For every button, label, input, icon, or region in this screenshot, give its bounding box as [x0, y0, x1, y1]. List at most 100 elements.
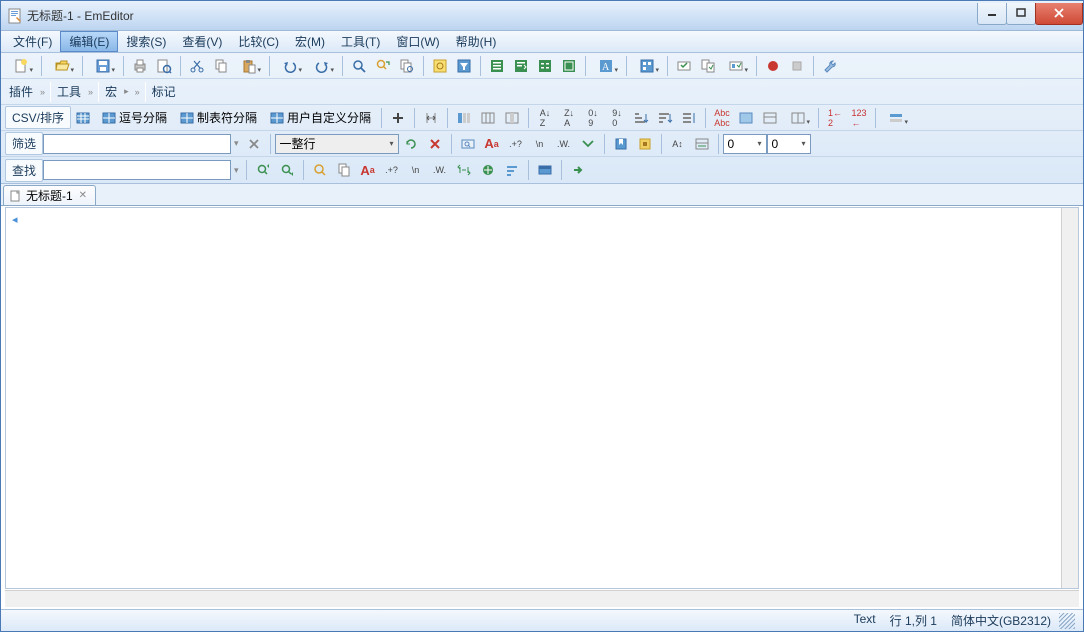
- csv-adjust-button[interactable]: [420, 107, 442, 129]
- wrap-window-button[interactable]: [534, 55, 556, 77]
- play-icon[interactable]: ▸: [121, 86, 132, 97]
- copy-button[interactable]: [210, 55, 232, 77]
- markers-label[interactable]: 标记: [148, 83, 180, 100]
- filter-abort-button[interactable]: [424, 133, 446, 155]
- line-num-button[interactable]: 1←2: [824, 107, 846, 129]
- csv-user-button[interactable]: 用户自定义分隔: [264, 107, 376, 129]
- filter-refresh-button[interactable]: [400, 133, 422, 155]
- filter-multi-button[interactable]: [691, 133, 713, 155]
- filter-extract-button[interactable]: [634, 133, 656, 155]
- wrap-page-button[interactable]: [558, 55, 580, 77]
- sort-90-button[interactable]: 9↓0: [606, 107, 628, 129]
- menu-macro[interactable]: 宏(M): [287, 31, 333, 52]
- find-escape-button[interactable]: \n: [405, 159, 427, 181]
- menu-search[interactable]: 搜索(S): [118, 31, 174, 52]
- filter-negative-button[interactable]: [577, 133, 599, 155]
- macro-stop-button[interactable]: [786, 55, 808, 77]
- menu-compare[interactable]: 比较(C): [230, 31, 287, 52]
- filter-input[interactable]: [43, 134, 231, 154]
- customize-button[interactable]: [819, 55, 841, 77]
- plugins-label[interactable]: 插件: [5, 83, 37, 100]
- filter-col1-select[interactable]: 0: [723, 134, 767, 154]
- remove-dup-button[interactable]: AbcAbc: [711, 107, 733, 129]
- ruler-button[interactable]: 123←: [848, 107, 870, 129]
- find-in-files-button[interactable]: [396, 55, 418, 77]
- macro-record-button[interactable]: [762, 55, 784, 77]
- find-advanced-button[interactable]: [501, 159, 523, 181]
- find-wrap-button[interactable]: [453, 159, 475, 181]
- menu-view[interactable]: 查看(V): [174, 31, 230, 52]
- csv-comma-button[interactable]: 逗号分隔: [96, 107, 172, 129]
- find-close-button[interactable]: [534, 159, 556, 181]
- filter-case-button[interactable]: Aa: [481, 133, 503, 155]
- font-button[interactable]: A: [591, 55, 621, 77]
- filter-escape-button[interactable]: \n: [529, 133, 551, 155]
- config1-button[interactable]: [673, 55, 695, 77]
- properties-button[interactable]: [632, 55, 662, 77]
- dropdown-icon[interactable]: ▾: [231, 165, 242, 176]
- sort-az-button[interactable]: A↓Z: [534, 107, 556, 129]
- document-tab[interactable]: 无标题-1 ✕: [3, 185, 96, 205]
- menu-edit[interactable]: 编辑(E): [60, 31, 118, 52]
- filter-adv-button[interactable]: A↕: [667, 133, 689, 155]
- csv-add-button[interactable]: [387, 107, 409, 129]
- csv-label[interactable]: CSV/排序: [5, 106, 71, 129]
- find-next-button[interactable]: [276, 159, 298, 181]
- filter-mode-select[interactable]: 一整行: [275, 134, 399, 154]
- wrap-none-button[interactable]: [486, 55, 508, 77]
- redo-button[interactable]: [307, 55, 337, 77]
- filter-incremental-button[interactable]: [457, 133, 479, 155]
- sort-09-button[interactable]: 0↓9: [582, 107, 604, 129]
- macros-label[interactable]: 宏: [101, 83, 121, 100]
- find-button[interactable]: [348, 55, 370, 77]
- menu-tools[interactable]: 工具(T): [333, 31, 388, 52]
- filter-bookmark-button[interactable]: [610, 133, 632, 155]
- find-incremental-button[interactable]: [309, 159, 331, 181]
- sort-len-desc-button[interactable]: [654, 107, 676, 129]
- open-button[interactable]: [47, 55, 77, 77]
- find-case-button[interactable]: Aa: [357, 159, 379, 181]
- dropdown-icon[interactable]: ▾: [231, 138, 242, 149]
- close-button[interactable]: [1035, 3, 1083, 25]
- find-prev-button[interactable]: [252, 159, 274, 181]
- filter-clear-button[interactable]: [243, 133, 265, 155]
- csv-tool2-button[interactable]: [759, 107, 781, 129]
- print-button[interactable]: [129, 55, 151, 77]
- find-input[interactable]: [43, 160, 231, 180]
- config2-button[interactable]: [697, 55, 719, 77]
- find-go-button[interactable]: [567, 159, 589, 181]
- csv-tab-button[interactable]: 制表符分隔: [174, 107, 262, 129]
- replace-button[interactable]: [372, 55, 394, 77]
- chevron-icon[interactable]: »: [37, 87, 48, 97]
- resize-grip[interactable]: [1059, 613, 1075, 629]
- csv-tool3-button[interactable]: [783, 107, 813, 129]
- print-preview-button[interactable]: [153, 55, 175, 77]
- csv-tool1-button[interactable]: [735, 107, 757, 129]
- wrap-char-button[interactable]: [510, 55, 532, 77]
- find-all-button[interactable]: [333, 159, 355, 181]
- new-button[interactable]: [6, 55, 36, 77]
- sort-za-button[interactable]: Z↓A: [558, 107, 580, 129]
- tools-label[interactable]: 工具: [53, 83, 85, 100]
- find-word-button[interactable]: .W.: [429, 159, 451, 181]
- cut-button[interactable]: [186, 55, 208, 77]
- chevron-icon[interactable]: »: [85, 87, 96, 97]
- highlight-button[interactable]: [429, 55, 451, 77]
- chevron-icon[interactable]: »: [132, 87, 143, 97]
- config3-button[interactable]: [721, 55, 751, 77]
- menu-help[interactable]: 帮助(H): [448, 31, 505, 52]
- heading-button[interactable]: [881, 107, 911, 129]
- csv-col1-button[interactable]: [453, 107, 475, 129]
- csv-normal-button[interactable]: [72, 107, 94, 129]
- maximize-button[interactable]: [1006, 3, 1036, 25]
- horizontal-scrollbar[interactable]: [5, 590, 1079, 607]
- paste-button[interactable]: [234, 55, 264, 77]
- find-count-button[interactable]: [477, 159, 499, 181]
- filter-col2-select[interactable]: 0: [767, 134, 811, 154]
- find-regex-button[interactable]: .+?: [381, 159, 403, 181]
- sort-multi-button[interactable]: [678, 107, 700, 129]
- save-button[interactable]: [88, 55, 118, 77]
- filter-toggle-button[interactable]: [453, 55, 475, 77]
- csv-col3-button[interactable]: [501, 107, 523, 129]
- filter-regex-button[interactable]: .+?: [505, 133, 527, 155]
